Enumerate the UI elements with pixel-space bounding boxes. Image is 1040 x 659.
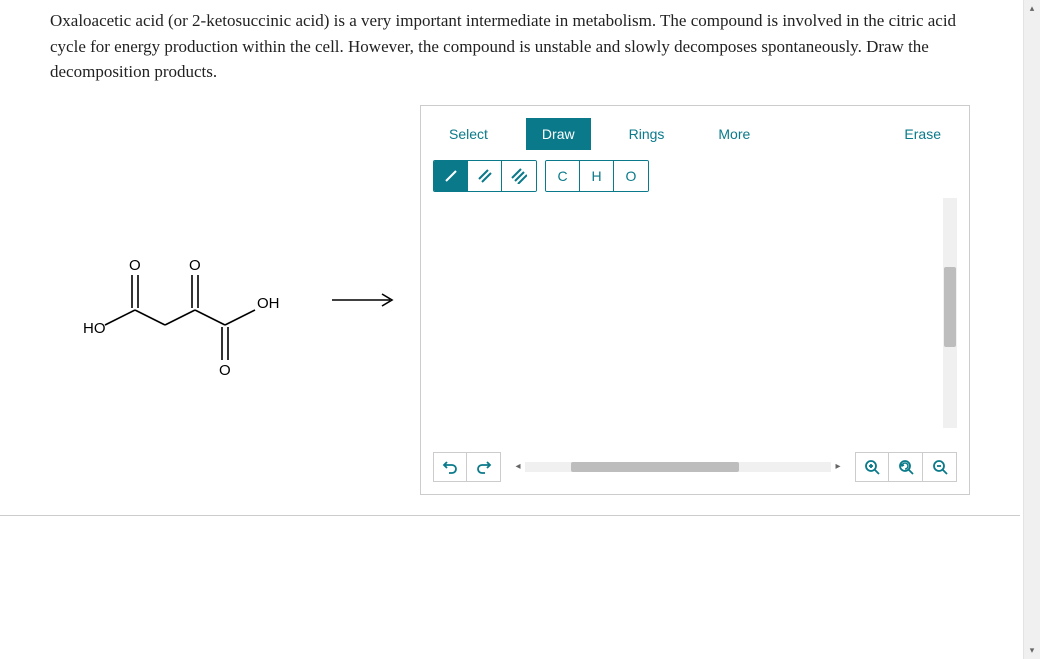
- canvas-horizontal-scrollbar[interactable]: ◂ ▸: [511, 460, 845, 474]
- hscroll-thumb[interactable]: [571, 462, 739, 472]
- question-content: Oxaloacetic acid (or 2-ketosuccinic acid…: [0, 0, 1020, 516]
- draw-tools-row: C H O: [433, 160, 957, 192]
- double-bond-button[interactable]: [468, 161, 502, 191]
- single-bond-button[interactable]: [434, 161, 468, 191]
- carbon-atom-button[interactable]: C: [546, 161, 580, 191]
- oxygen-atom-button[interactable]: O: [614, 161, 648, 191]
- hydrogen-atom-button[interactable]: H: [580, 161, 614, 191]
- redo-button[interactable]: [467, 452, 501, 482]
- page-scroll-up-arrow[interactable]: ▴: [1024, 0, 1040, 17]
- hscroll-track[interactable]: [525, 462, 831, 472]
- reaction-arrow: [330, 290, 400, 310]
- page-container: Oxaloacetic acid (or 2-ketosuccinic acid…: [0, 0, 1020, 659]
- label-ho: HO: [83, 320, 106, 337]
- canvas-vertical-scrollbar-thumb[interactable]: [944, 267, 956, 348]
- hscroll-right-arrow[interactable]: ▸: [831, 460, 845, 474]
- more-mode-button[interactable]: More: [702, 118, 766, 150]
- erase-mode-button[interactable]: Erase: [888, 118, 957, 150]
- atom-tool-group: C H O: [545, 160, 649, 192]
- work-area: HO O O O OH Select Draw: [50, 105, 970, 495]
- rings-mode-button[interactable]: Rings: [613, 118, 681, 150]
- page-scroll-down-arrow[interactable]: ▾: [1024, 642, 1040, 659]
- bond-tool-group: [433, 160, 537, 192]
- reactant-structure: HO O O O OH: [50, 215, 310, 385]
- zoom-out-button[interactable]: [923, 452, 957, 482]
- label-oh: OH: [257, 295, 280, 312]
- page-vertical-scrollbar[interactable]: ▴ ▾: [1023, 0, 1040, 659]
- zoom-reset-button[interactable]: [889, 452, 923, 482]
- mode-toolbar: Select Draw Rings More Erase: [433, 118, 957, 150]
- label-o1: O: [129, 257, 141, 274]
- canvas-vertical-scrollbar[interactable]: [943, 198, 957, 428]
- bottom-controls: ◂ ▸: [433, 446, 957, 482]
- structure-editor: Select Draw Rings More Erase: [420, 105, 970, 495]
- label-o3: O: [219, 362, 231, 379]
- hscroll-left-arrow[interactable]: ◂: [511, 460, 525, 474]
- drawing-canvas[interactable]: [433, 198, 957, 446]
- undo-button[interactable]: [433, 452, 467, 482]
- question-prompt: Oxaloacetic acid (or 2-ketosuccinic acid…: [50, 8, 970, 85]
- select-mode-button[interactable]: Select: [433, 118, 504, 150]
- draw-mode-button[interactable]: Draw: [526, 118, 591, 150]
- triple-bond-button[interactable]: [502, 161, 536, 191]
- zoom-in-button[interactable]: [855, 452, 889, 482]
- molecule-svg: HO O O O OH: [65, 215, 295, 385]
- label-o2: O: [189, 257, 201, 274]
